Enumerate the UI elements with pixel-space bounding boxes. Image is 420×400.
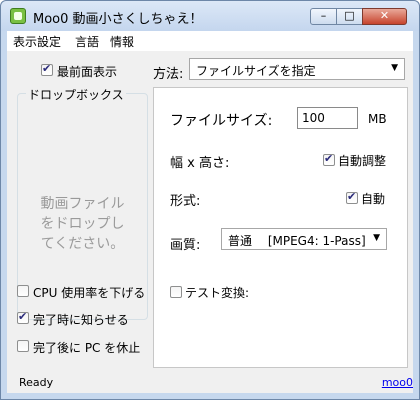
test-convert-checkbox[interactable] bbox=[170, 286, 182, 298]
file-size-value: 100 bbox=[302, 111, 325, 125]
method-selected-value: ファイルサイズを指定 bbox=[196, 64, 316, 78]
quality-label: 画質: bbox=[170, 238, 201, 253]
notify-on-complete-label: 完了時に知らせる bbox=[33, 313, 129, 327]
minimize-button[interactable]: – bbox=[310, 8, 337, 25]
chevron-down-icon: ▼ bbox=[391, 63, 398, 73]
file-size-label: ファイルサイズ: bbox=[170, 113, 273, 129]
menu-display-settings[interactable]: 表示設定 bbox=[13, 33, 61, 50]
moo0-link[interactable]: moo0 bbox=[382, 376, 413, 389]
format-auto-checkbox[interactable] bbox=[346, 190, 358, 204]
file-size-input[interactable]: 100 bbox=[297, 107, 358, 129]
quality-selected-value: 普通 [MPEG4: 1-Pass] bbox=[228, 234, 366, 248]
status-text: Ready bbox=[19, 376, 54, 389]
settings-panel: ファイルサイズ: 100 MB 幅 x 高さ: 自動調整 形式: 自動 画質: … bbox=[153, 87, 408, 368]
app-window: Moo0 動画小さくしちゃえ！ – □ ✕ 表示設定 言語 情報 最前面表示 ド… bbox=[0, 0, 420, 400]
test-convert-label: テスト変換: bbox=[185, 286, 250, 300]
dimensions-label: 幅 x 高さ: bbox=[170, 156, 230, 171]
sleep-after-label: 完了後に PC を休止 bbox=[33, 341, 141, 355]
format-label: 形式: bbox=[170, 194, 201, 209]
sleep-after-checkbox[interactable] bbox=[17, 340, 29, 352]
auto-resize-checkbox[interactable] bbox=[323, 152, 335, 166]
format-auto-label: 自動 bbox=[361, 192, 386, 206]
always-on-top-checkbox[interactable] bbox=[41, 62, 53, 76]
lower-cpu-checkbox[interactable] bbox=[17, 285, 29, 297]
maximize-button[interactable]: □ bbox=[336, 8, 363, 25]
method-label: 方法: bbox=[153, 67, 184, 82]
menu-bar: 表示設定 言語 情報 bbox=[7, 31, 413, 51]
title-bar[interactable]: Moo0 動画小さくしちゃえ！ – □ ✕ bbox=[1, 1, 419, 31]
drop-box-title: ドロップボックス bbox=[26, 86, 126, 103]
always-on-top-label: 最前面表示 bbox=[57, 65, 118, 79]
chevron-down-icon: ▼ bbox=[373, 233, 380, 243]
quality-select[interactable]: 普通 [MPEG4: 1-Pass] ▼ bbox=[221, 228, 387, 250]
menu-language[interactable]: 言語 bbox=[75, 33, 99, 50]
menu-info[interactable]: 情報 bbox=[110, 33, 134, 50]
drop-box-hint: 動画ファイル をドロップし てください。 bbox=[40, 196, 125, 252]
main-area: 最前面表示 ドロップボックス 動画ファイル をドロップし てください。 CPU … bbox=[7, 51, 413, 393]
status-bar: Ready moo0 bbox=[13, 370, 419, 393]
close-button[interactable]: ✕ bbox=[362, 8, 407, 25]
file-size-unit: MB bbox=[368, 112, 387, 126]
app-icon bbox=[10, 8, 26, 24]
window-title: Moo0 動画小さくしちゃえ！ bbox=[33, 12, 203, 27]
notify-on-complete-checkbox[interactable] bbox=[17, 310, 29, 324]
lower-cpu-label: CPU 使用率を下げる bbox=[33, 286, 146, 300]
method-select[interactable]: ファイルサイズを指定 ▼ bbox=[189, 58, 405, 80]
auto-resize-label: 自動調整 bbox=[338, 154, 387, 168]
